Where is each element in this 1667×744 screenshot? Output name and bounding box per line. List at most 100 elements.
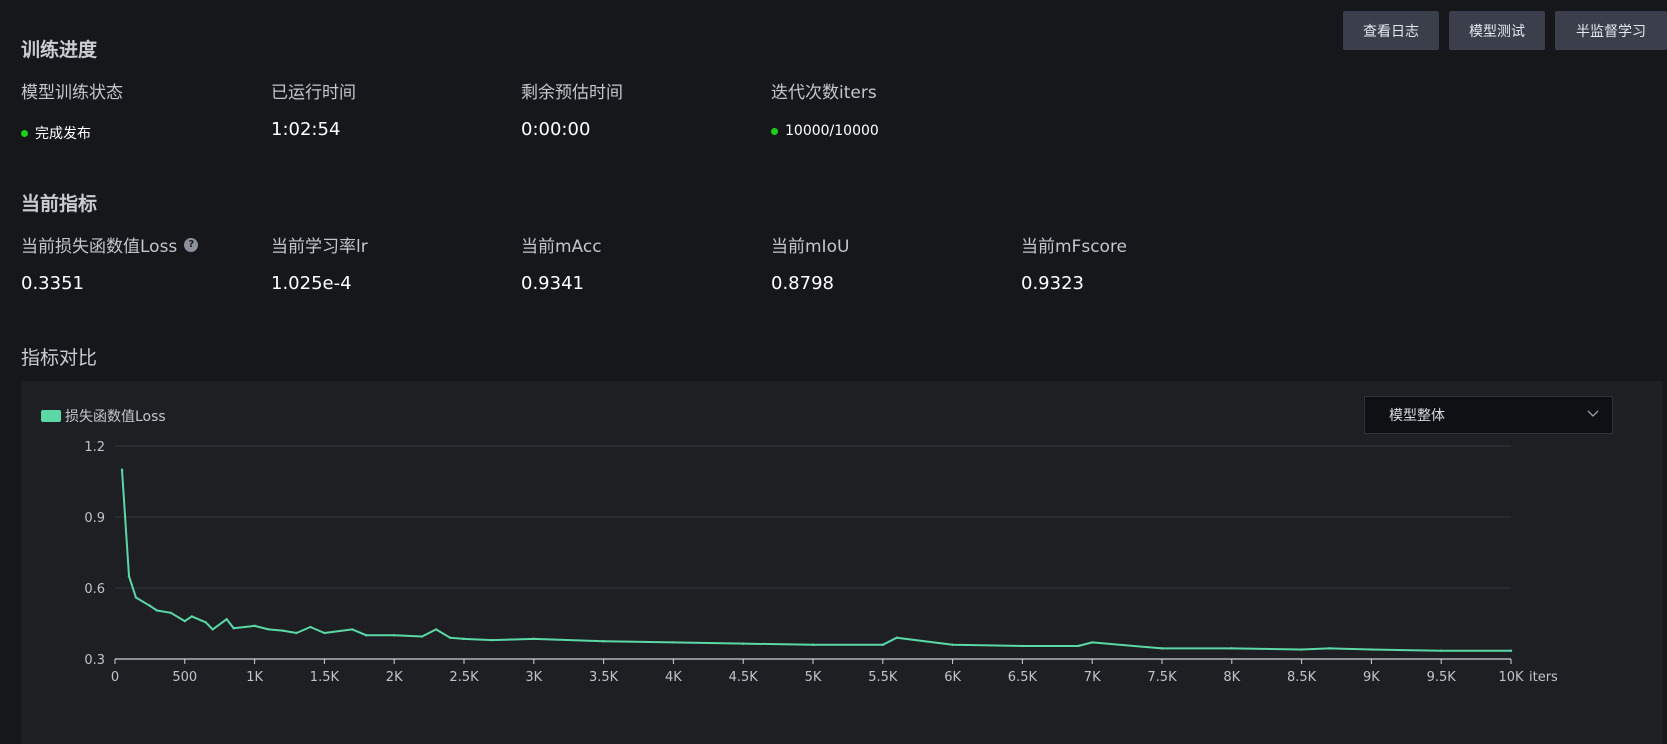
loss-point[interactable] (1328, 647, 1331, 650)
y-tick-label: 0.6 (84, 582, 105, 597)
x-tick-label: 4K (665, 670, 682, 685)
status-label: 模型训练状态 (21, 83, 123, 103)
loss-point[interactable] (295, 631, 298, 635)
x-tick-label: 5K (805, 670, 822, 685)
y-tick-label: 0.9 (84, 511, 105, 526)
loss-point[interactable] (253, 624, 256, 628)
macc-value: 0.9341 (521, 273, 584, 294)
model-test-button[interactable]: 模型测试 (1449, 11, 1545, 50)
y-tick-label: 1.2 (84, 440, 105, 455)
loss-point[interactable] (1021, 644, 1024, 648)
x-tick-label: 8K (1223, 670, 1240, 685)
miou-value: 0.8798 (771, 273, 834, 294)
loss-point[interactable] (462, 637, 466, 641)
remaining-value: 0:00:00 (521, 119, 591, 140)
loss-point[interactable] (211, 628, 214, 631)
loss-point[interactable] (602, 640, 605, 643)
x-tick-label: 6K (944, 670, 961, 685)
loss-point[interactable] (951, 643, 954, 646)
metric-comparison-title: 指标对比 (21, 347, 98, 369)
x-tick-label: 3K (525, 670, 542, 685)
loss-point[interactable] (134, 596, 138, 599)
loss-point[interactable] (309, 625, 312, 629)
loss-point[interactable] (393, 634, 396, 637)
x-tick-label: 0 (111, 670, 119, 685)
loss-point[interactable] (742, 642, 745, 645)
loss-point[interactable] (1091, 641, 1094, 644)
lr-label: 当前学习率lr (271, 237, 368, 257)
loss-series-line (121, 469, 1511, 652)
loss-point[interactable] (490, 638, 494, 642)
loss-point[interactable] (323, 631, 326, 635)
loss-point[interactable] (532, 637, 535, 641)
iters-label: 迭代次数iters (771, 83, 877, 103)
loss-point[interactable] (148, 604, 152, 607)
loss-point[interactable] (183, 619, 186, 623)
training-progress-title: 训练进度 (21, 39, 98, 61)
remaining-cell: 剩余预估时间 0:00:00 (521, 78, 761, 140)
loss-point[interactable] (281, 629, 284, 632)
loss-point[interactable] (420, 635, 424, 638)
loss-point[interactable] (881, 643, 884, 646)
loss-point[interactable] (1440, 649, 1443, 652)
loss-point[interactable] (120, 468, 124, 471)
macc-label: 当前mAcc (521, 237, 602, 257)
macc-cell: 当前mAcc 0.9341 (521, 232, 761, 294)
loss-point[interactable] (190, 615, 193, 618)
x-tick-label: 9.5K (1427, 670, 1457, 685)
x-axis-label: iters (1529, 670, 1558, 685)
x-tick-label: 9K (1363, 670, 1380, 685)
x-tick-label: 6.5K (1008, 670, 1038, 685)
elapsed-value: 1:02:54 (271, 119, 341, 140)
loss-point[interactable] (811, 643, 815, 646)
loss-point[interactable] (1230, 647, 1234, 650)
loss-cell: 当前损失函数值Loss ? 0.3351 (21, 232, 261, 294)
lr-cell: 当前学习率lr 1.025e-4 (271, 232, 511, 294)
x-tick-label: 3.5K (589, 670, 619, 685)
loss-point[interactable] (127, 574, 131, 578)
miou-cell: 当前mIoU 0.8798 (771, 232, 1011, 294)
semi-supervised-button[interactable]: 半监督学习 (1555, 11, 1667, 50)
remaining-label: 剩余预估时间 (521, 83, 623, 103)
loss-point[interactable] (1160, 647, 1164, 650)
loss-point[interactable] (895, 636, 898, 639)
elapsed-label: 已运行时间 (271, 83, 356, 103)
loss-point[interactable] (232, 627, 235, 630)
loss-point[interactable] (1370, 648, 1373, 651)
status-value: 完成发布 (35, 126, 91, 142)
loss-point[interactable] (1509, 649, 1513, 652)
y-tick-label: 0.3 (84, 653, 105, 668)
x-tick-label: 5.5K (868, 670, 898, 685)
loss-point[interactable] (169, 611, 173, 615)
current-metrics-title: 当前指标 (21, 193, 98, 215)
x-tick-label: 2K (386, 670, 403, 685)
elapsed-cell: 已运行时间 1:02:54 (271, 78, 511, 140)
loss-point[interactable] (672, 641, 675, 644)
loss-label-wrap: 当前损失函数值Loss ? (21, 232, 261, 257)
loss-value: 0.3351 (21, 273, 84, 294)
loss-point[interactable] (1300, 648, 1303, 651)
loss-point[interactable] (434, 628, 438, 631)
training-dashboard: 查看日志 模型测试 半监督学习 训练进度 模型训练状态 完成发布 已运行时间 1… (0, 0, 1667, 744)
loss-point[interactable] (365, 634, 368, 637)
mfscore-label: 当前mFscore (1021, 237, 1128, 257)
x-tick-label: 1K (246, 670, 263, 685)
status-cell: 模型训练状态 完成发布 (21, 78, 261, 143)
loss-point[interactable] (225, 618, 228, 621)
miou-label: 当前mIoU (771, 237, 850, 257)
mfscore-cell: 当前mFscore 0.9323 (1021, 232, 1261, 294)
x-tick-label: 8.5K (1287, 670, 1317, 685)
loss-point[interactable] (448, 636, 452, 639)
loss-point[interactable] (155, 609, 159, 612)
status-value-wrap: 完成发布 (21, 123, 261, 143)
view-log-button[interactable]: 查看日志 (1343, 11, 1439, 50)
loss-point[interactable] (204, 621, 207, 624)
chart-panel: 损失函数值Loss 模型整体 0.3 0.6 0.9 1.2 0 500 1K 1.5K 2K 2… (21, 381, 1663, 744)
loss-point[interactable] (267, 628, 270, 631)
loss-point[interactable] (351, 628, 354, 631)
loss-point[interactable] (1077, 644, 1080, 648)
x-tick-label: 500 (172, 670, 197, 685)
help-icon[interactable]: ? (184, 237, 199, 252)
series-layer (120, 468, 1513, 652)
loss-label: 当前损失函数值Loss (21, 237, 178, 257)
